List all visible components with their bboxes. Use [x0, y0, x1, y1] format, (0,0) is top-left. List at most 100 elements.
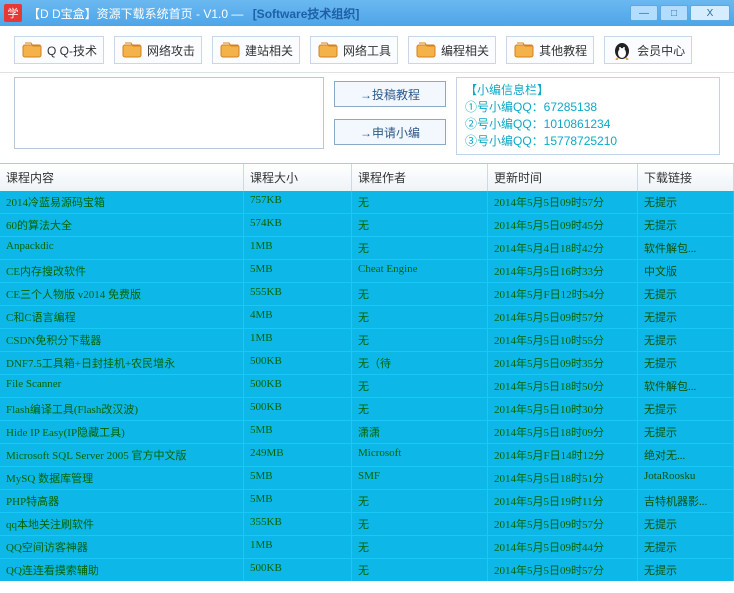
minimize-button[interactable]: — — [630, 5, 658, 21]
cell-link[interactable]: 软件解包... — [638, 237, 734, 259]
cell-updated: 2014年5月5日18时51分 — [488, 467, 638, 489]
cell-author: 无（待 — [352, 352, 488, 374]
close-button[interactable]: X — [690, 5, 730, 21]
toolbar-btn-5[interactable]: 其他教程 — [506, 36, 594, 64]
toolbar-btn-3[interactable]: 网络工具 — [310, 36, 398, 64]
cell-updated: 2014年5月5日09时35分 — [488, 352, 638, 374]
cell-author: Microsoft — [352, 444, 488, 466]
col-updated[interactable]: 更新时间 — [488, 164, 638, 191]
toolbar-btn-2[interactable]: 建站相关 — [212, 36, 300, 64]
cell-size: 500KB — [244, 559, 352, 581]
col-content[interactable]: 课程内容 — [0, 164, 244, 191]
cell-link[interactable]: 无提示 — [638, 536, 734, 558]
cell-size: 574KB — [244, 214, 352, 236]
cell-link[interactable]: 无提示 — [638, 352, 734, 374]
penguin-icon — [611, 40, 633, 60]
folder-icon — [219, 40, 241, 60]
apply-editor-button[interactable]: →申请小编 — [334, 119, 446, 145]
toolbar-btn-1[interactable]: 网络攻击 — [114, 36, 202, 64]
table-row[interactable]: QQ连连看摸索辅助500KB无2014年5月5日09时57分无提示 — [0, 559, 734, 581]
toolbar-btn-6[interactable]: 会员中心 — [604, 36, 692, 64]
table-row[interactable]: qq本地关注刷软件355KB无2014年5月5日09时57分无提示 — [0, 513, 734, 536]
table-row[interactable]: CSDN免积分下载器1MB无2014年5月5日10时55分无提示 — [0, 329, 734, 352]
cell-author: 无 — [352, 398, 488, 420]
cell-link[interactable]: 无提示 — [638, 421, 734, 443]
cell-link[interactable]: 绝对无... — [638, 444, 734, 466]
table-row[interactable]: 60的算法大全574KB无2014年5月5日09时45分无提示 — [0, 214, 734, 237]
cell-updated: 2014年5月5日09时57分 — [488, 559, 638, 581]
cell-content: PHP特高器 — [0, 490, 244, 512]
table-row[interactable]: C和C语言编程4MB无2014年5月5日09时57分无提示 — [0, 306, 734, 329]
table-row[interactable]: Flash编译工具(Flash改汉波)500KB无2014年5月5日10时30分… — [0, 398, 734, 421]
cell-author: 潇潇 — [352, 421, 488, 443]
folder-icon — [415, 40, 437, 60]
window-org: [Software技术组织] — [253, 7, 360, 21]
toolbar-label: 编程相关 — [441, 42, 489, 59]
table-row[interactable]: DNF7.5工具箱+日封挂机+农民增永500KB无（待2014年5月5日09时3… — [0, 352, 734, 375]
cell-author: 无 — [352, 237, 488, 259]
col-author[interactable]: 课程作者 — [352, 164, 488, 191]
cell-content: C和C语言编程 — [0, 306, 244, 328]
cell-updated: 2014年5月5日19时11分 — [488, 490, 638, 512]
submit-tutorial-button[interactable]: →投稿教程 — [334, 81, 446, 107]
table-row[interactable]: QQ空间访客神器1MB无2014年5月5日09时44分无提示 — [0, 536, 734, 559]
cell-link[interactable]: 无提示 — [638, 513, 734, 535]
table-row[interactable]: CE内存搜改软件5MBCheat Engine2014年5月5日16时33分中文… — [0, 260, 734, 283]
table-row[interactable]: MySQ 数据库管理5MBSMF2014年5月5日18时51分JotaRoosk… — [0, 467, 734, 490]
cell-link[interactable]: 无提示 — [638, 398, 734, 420]
cell-link[interactable]: 吉特机器影... — [638, 490, 734, 512]
cell-content: MySQ 数据库管理 — [0, 467, 244, 489]
cell-content: Hide IP Easy(IP隐藏工具) — [0, 421, 244, 443]
cell-author: 无 — [352, 191, 488, 213]
table-body[interactable]: 2014冷蓝易源码宝箱757KB无2014年5月5日09时57分无提示60的算法… — [0, 191, 734, 581]
window-title: 【D D宝盒】资源下载系统首页 - V1.0 — [Software技术组织] — [28, 5, 630, 22]
cell-link[interactable]: 无提示 — [638, 306, 734, 328]
cell-size: 4MB — [244, 306, 352, 328]
cell-content: QQ连连看摸索辅助 — [0, 559, 244, 581]
table-row[interactable]: Anpackdic1MB无2014年5月4日18时42分软件解包... — [0, 237, 734, 260]
cell-size: 5MB — [244, 490, 352, 512]
toolbar-label: 会员中心 — [637, 42, 685, 59]
cell-updated: 2014年5月5日09时57分 — [488, 513, 638, 535]
cell-link[interactable]: 中文版 — [638, 260, 734, 282]
info-line: ①号小编QQ：67285138 — [465, 99, 711, 116]
cell-link[interactable]: 无提示 — [638, 283, 734, 305]
table-row[interactable]: CE三个人物版 v2014 免费版555KB无2014年5月F日12时54分无提… — [0, 283, 734, 306]
folder-icon — [21, 40, 43, 60]
cell-author: 无 — [352, 329, 488, 351]
maximize-button[interactable]: □ — [660, 5, 688, 21]
cell-updated: 2014年5月5日18时09分 — [488, 421, 638, 443]
table-row[interactable]: Microsoft SQL Server 2005 官方中文版249MBMicr… — [0, 444, 734, 467]
folder-icon — [317, 40, 339, 60]
cell-size: 500KB — [244, 352, 352, 374]
cell-updated: 2014年5月F日14时12分 — [488, 444, 638, 466]
cell-size: 500KB — [244, 398, 352, 420]
info-header: 【小编信息栏】 — [465, 82, 711, 99]
cell-link[interactable]: 无提示 — [638, 559, 734, 581]
cell-size: 249MB — [244, 444, 352, 466]
col-size[interactable]: 课程大小 — [244, 164, 352, 191]
info-line: ②号小编QQ：1010861234 — [465, 116, 711, 133]
cell-link[interactable]: 无提示 — [638, 191, 734, 213]
cell-updated: 2014年5月5日10时55分 — [488, 329, 638, 351]
cell-content: Flash编译工具(Flash改汉波) — [0, 398, 244, 420]
toolbar-btn-4[interactable]: 编程相关 — [408, 36, 496, 64]
cell-link[interactable]: 无提示 — [638, 214, 734, 236]
window-title-text: 【D D宝盒】资源下载系统首页 - V1.0 — — [28, 7, 247, 21]
titlebar: 学 【D D宝盒】资源下载系统首页 - V1.0 — [Software技术组织… — [0, 0, 734, 26]
table-row[interactable]: Hide IP Easy(IP隐藏工具)5MB潇潇2014年5月5日18时09分… — [0, 421, 734, 444]
cell-link[interactable]: 软件解包... — [638, 375, 734, 397]
table-row[interactable]: File Scanner500KB无2014年5月5日18时50分软件解包... — [0, 375, 734, 398]
cell-size: 5MB — [244, 467, 352, 489]
table-row[interactable]: 2014冷蓝易源码宝箱757KB无2014年5月5日09时57分无提示 — [0, 191, 734, 214]
cell-link[interactable]: JotaRoosku — [638, 467, 734, 489]
cell-updated: 2014年5月F日12时54分 — [488, 283, 638, 305]
col-link[interactable]: 下载链接 — [638, 164, 734, 191]
toolbar-btn-0[interactable]: Q Q-技术 — [14, 36, 104, 64]
cell-updated: 2014年5月5日18时50分 — [488, 375, 638, 397]
cell-link[interactable]: 无提示 — [638, 329, 734, 351]
editor-info-box: 【小编信息栏】 ①号小编QQ：67285138②号小编QQ：1010861234… — [456, 77, 720, 155]
cell-author: 无 — [352, 306, 488, 328]
preview-box — [14, 77, 324, 149]
table-row[interactable]: PHP特高器5MB无2014年5月5日19时11分吉特机器影... — [0, 490, 734, 513]
